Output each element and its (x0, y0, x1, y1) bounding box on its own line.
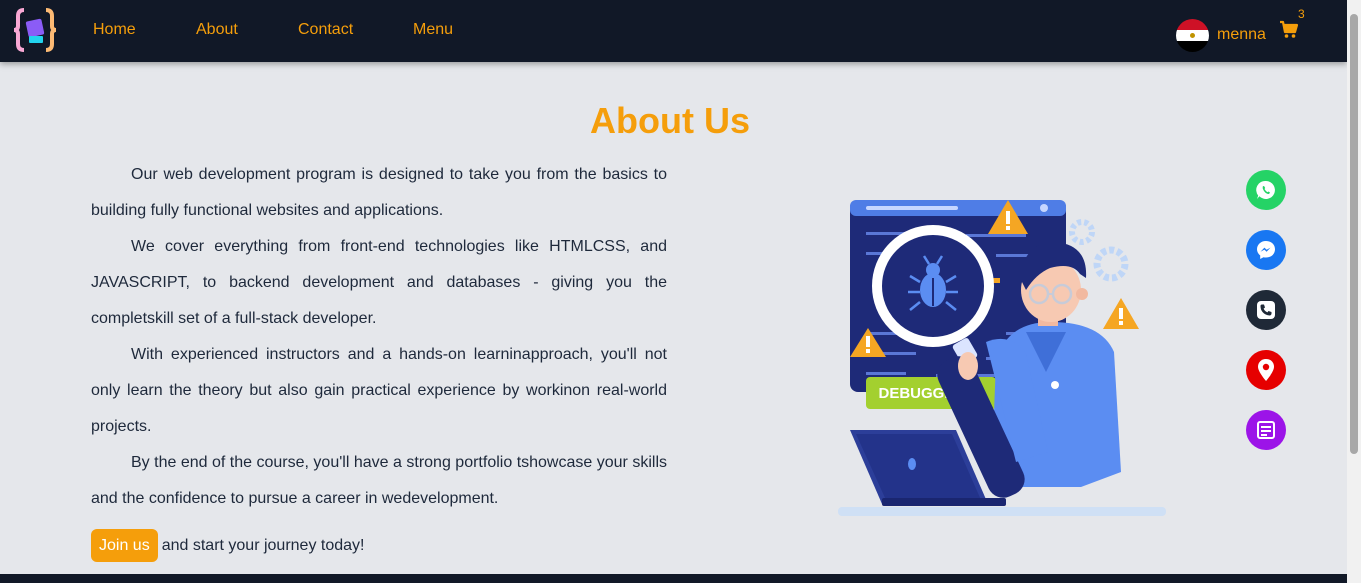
nav-home-link[interactable]: Home (93, 21, 136, 39)
footer-bar (0, 574, 1347, 583)
whatsapp-icon (1256, 180, 1275, 199)
messenger-button[interactable] (1246, 230, 1286, 270)
join-row: Join us and start your journey today! (91, 529, 364, 562)
nav-about-link[interactable]: About (196, 21, 238, 39)
code-braces-logo[interactable] (14, 6, 56, 54)
join-cta-text: and start your journey today! (161, 536, 365, 554)
location-button[interactable] (1246, 350, 1286, 390)
scrollbar-thumb[interactable] (1350, 14, 1358, 454)
location-icon (1258, 359, 1274, 381)
phone-button[interactable] (1246, 290, 1286, 330)
about-paragraph: With experienced instructors and a hands… (91, 346, 667, 435)
debugging-illustration: DEBUGGING... (838, 200, 1166, 516)
about-text: Our web development program is designed … (91, 157, 667, 517)
menu-card-button[interactable] (1246, 410, 1286, 450)
whatsapp-button[interactable] (1246, 170, 1286, 210)
about-paragraph: We cover everything from front-end techn… (91, 238, 667, 327)
about-paragraph: Our web development program is designed … (91, 166, 667, 219)
egypt-flag-icon[interactable] (1176, 19, 1209, 52)
cart-count-badge: 3 (1298, 7, 1305, 21)
about-paragraph: By the end of the course, you'll have a … (91, 454, 667, 507)
navbar: Home About Contact Menu menna 3 (0, 0, 1347, 62)
phone-icon (1257, 301, 1275, 319)
page-title: About Us (590, 100, 750, 141)
menu-card-icon (1257, 421, 1275, 439)
join-us-button[interactable]: Join us (91, 529, 158, 562)
nav-contact-link[interactable]: Contact (298, 21, 353, 39)
shopping-cart-icon[interactable] (1279, 20, 1299, 40)
username[interactable]: menna (1217, 26, 1266, 44)
nav-menu-link[interactable]: Menu (413, 21, 453, 39)
messenger-icon (1257, 241, 1275, 259)
